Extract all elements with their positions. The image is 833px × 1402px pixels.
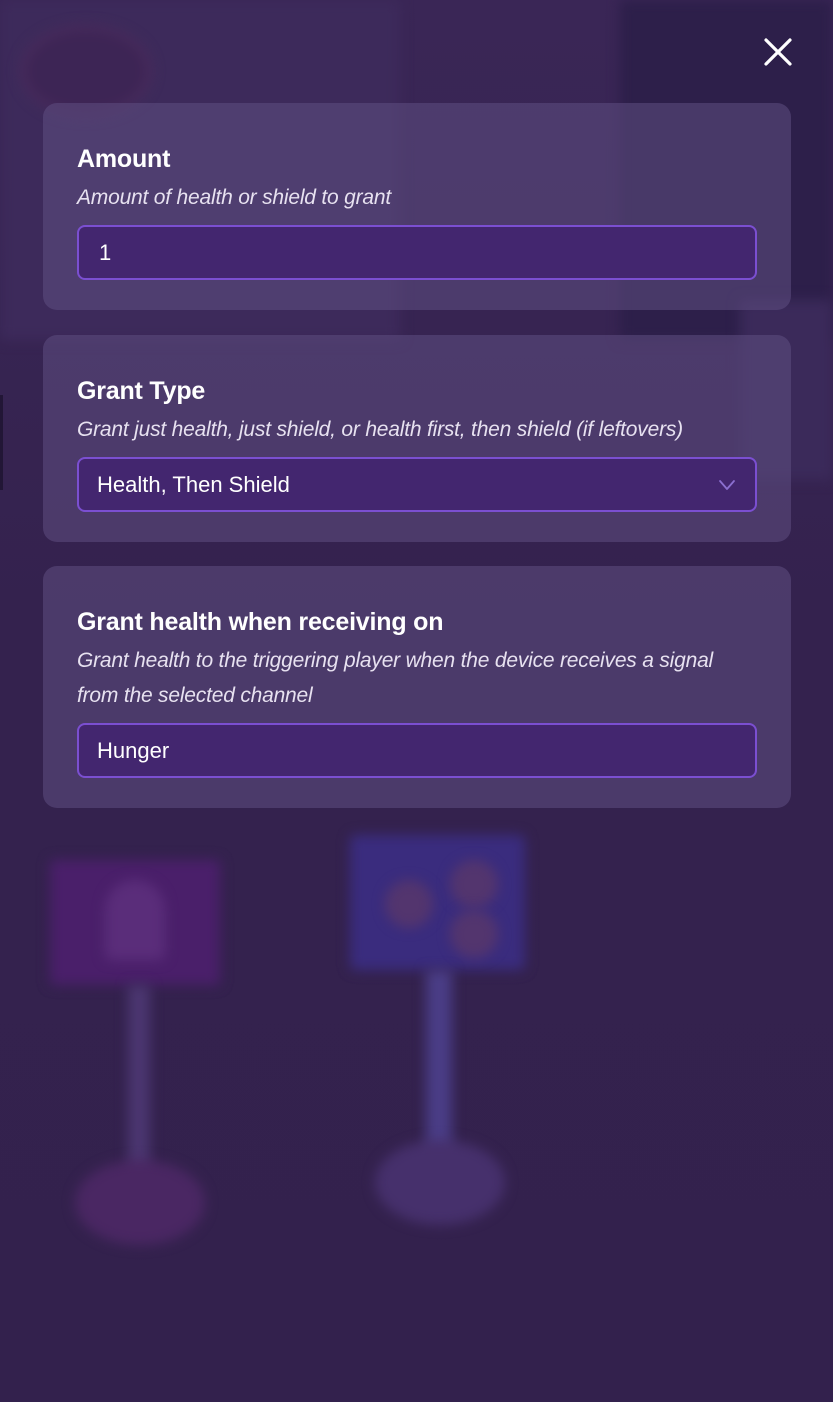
edge-shade <box>0 395 3 490</box>
amount-card: Amount Amount of health or shield to gra… <box>43 103 791 310</box>
field-title: Grant health when receiving on <box>77 608 444 636</box>
field-title: Amount <box>77 145 171 173</box>
backdrop-sign <box>350 835 525 970</box>
field-description: Grant health to the triggering player wh… <box>77 649 714 707</box>
grant-type-select[interactable]: Health, Then Shield <box>77 457 757 512</box>
field-description: Grant just health, just shield, or healt… <box>77 418 683 441</box>
backdrop-sign-icon <box>105 880 165 960</box>
backdrop-sign-icon <box>450 860 498 908</box>
backdrop-sign-icon <box>385 880 433 928</box>
backdrop-pole <box>128 985 150 1185</box>
grant-type-card: Grant Type Grant just health, just shiel… <box>43 335 791 542</box>
field-title: Grant Type <box>77 377 206 405</box>
amount-value: 1 <box>99 239 112 265</box>
amount-input[interactable]: 1 <box>77 225 757 280</box>
chevron-down-icon <box>719 480 735 490</box>
close-icon <box>764 38 792 66</box>
channel-input[interactable]: Hunger <box>77 723 757 778</box>
receive-channel-card: Grant health when receiving on Grant hea… <box>43 566 791 808</box>
channel-value: Hunger <box>97 737 170 763</box>
backdrop-base <box>75 1160 205 1245</box>
close-button[interactable] <box>758 32 798 72</box>
backdrop-base <box>375 1140 505 1225</box>
backdrop-sign-icon <box>450 910 498 958</box>
grant-type-selected: Health, Then Shield <box>97 471 290 497</box>
field-description: Amount of health or shield to grant <box>77 186 392 209</box>
